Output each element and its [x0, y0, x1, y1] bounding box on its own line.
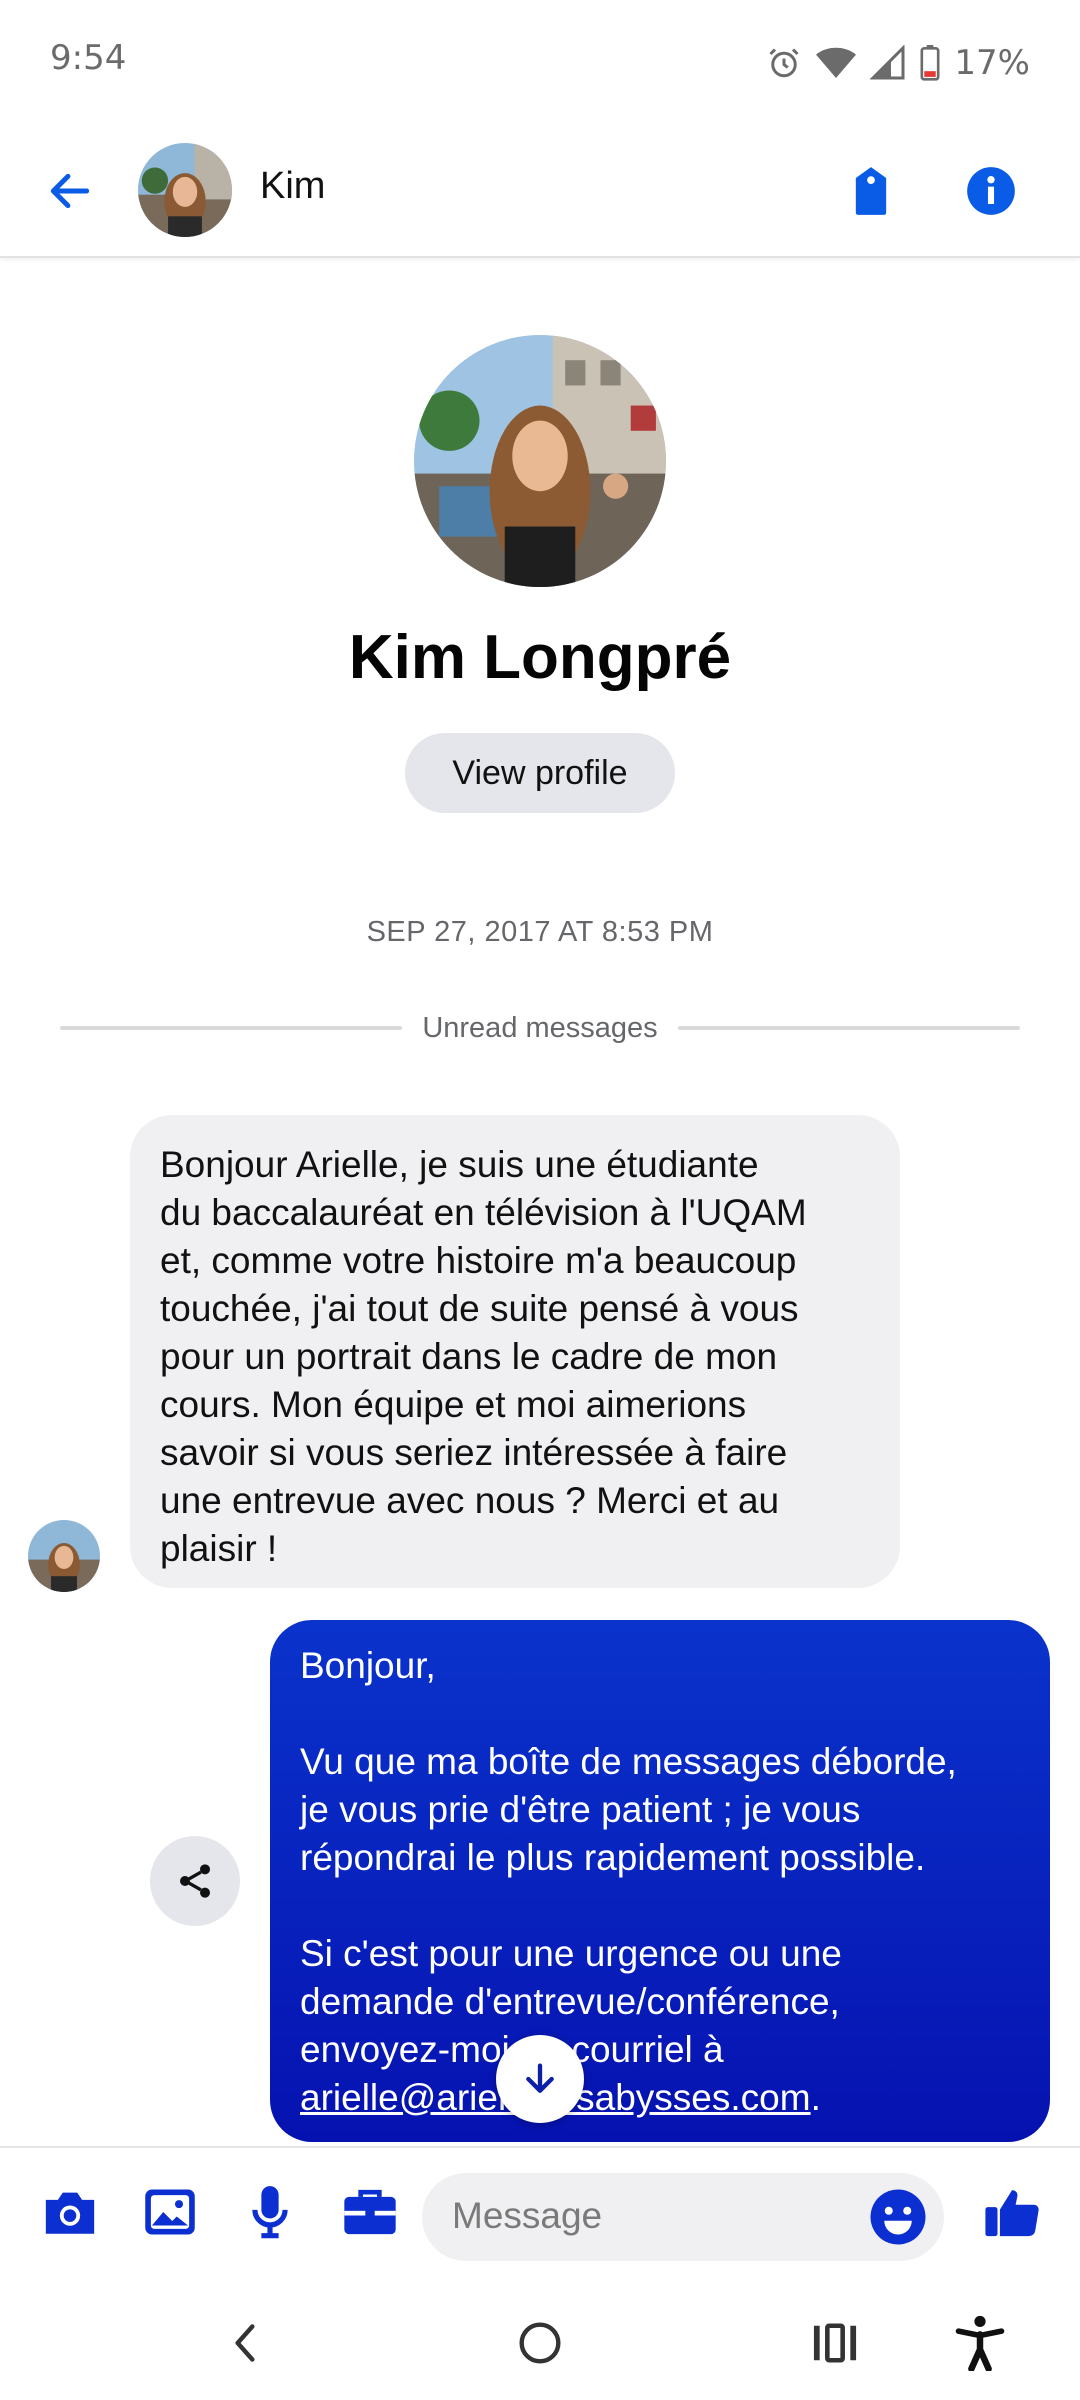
message-line: une entrevue avec nous ? Merci et au: [160, 1480, 780, 1521]
message-line: répondrai le plus rapidement possible.: [300, 1837, 926, 1878]
thumbs-up-icon: [985, 2190, 1039, 2237]
message-line: plaisir !: [160, 1528, 278, 1569]
battery-percent: 17%: [954, 43, 1030, 83]
message-line: Bonjour,: [300, 1645, 436, 1686]
message-line: Vu que ma boîte de messages déborde,: [300, 1741, 957, 1782]
camera-icon: [45, 2192, 95, 2234]
nav-accessibility-button[interactable]: [945, 2308, 1015, 2378]
header-avatar[interactable]: [138, 143, 232, 237]
profile-photo: [414, 335, 666, 587]
microphone-icon: [252, 2186, 288, 2239]
battery-icon: [920, 45, 940, 81]
message-line: demande d'entrevue/conférence,: [300, 1981, 840, 2022]
emoji-button[interactable]: [868, 2187, 928, 2247]
voice-button[interactable]: [238, 2180, 302, 2244]
outgoing-message-bubble[interactable]: Bonjour, Vu que ma boîte de messages déb…: [270, 1620, 1050, 2142]
message-placeholder: Message: [452, 2195, 603, 2236]
gallery-button[interactable]: [138, 2180, 202, 2244]
link-suffix: .: [810, 2077, 821, 2118]
share-button[interactable]: [150, 1836, 240, 1926]
arrow-down-icon: [526, 2063, 554, 2093]
system-navigation-bar: [0, 2286, 1080, 2400]
tag-button[interactable]: [835, 153, 907, 229]
back-button[interactable]: [34, 155, 106, 227]
header-contact-name[interactable]: Kim: [260, 165, 325, 208]
divider-line-right: [677, 1026, 1020, 1030]
message-input[interactable]: Message: [422, 2173, 944, 2261]
info-icon: [967, 167, 1015, 215]
message-line: Si c'est pour une urgence ou une: [300, 1933, 842, 1974]
incoming-sender-avatar[interactable]: [28, 1520, 100, 1592]
status-icons: 17%: [766, 38, 1030, 88]
nav-recents-button[interactable]: [800, 2308, 870, 2378]
message-line: du baccalauréat en télévision à l'UQAM: [160, 1192, 807, 1233]
unread-divider: Unread messages: [60, 1010, 1020, 1046]
incoming-message-bubble[interactable]: Bonjour Arielle, je suis une étudiante d…: [130, 1115, 900, 1588]
briefcase-button[interactable]: [338, 2180, 402, 2244]
divider-line-left: [60, 1026, 403, 1030]
accessibility-icon: [955, 2315, 1005, 2371]
message-line: Bonjour Arielle, je suis une étudiante: [160, 1144, 759, 1185]
wifi-icon: [816, 47, 857, 78]
share-icon: [180, 1864, 210, 1898]
info-button[interactable]: [955, 153, 1027, 229]
recents-nav-icon: [813, 2323, 857, 2363]
tag-icon: [855, 167, 887, 215]
nav-back-button[interactable]: [210, 2308, 280, 2378]
signal-icon: [870, 45, 905, 80]
avatar-photo: [138, 143, 232, 237]
message-composer: Message: [0, 2146, 1080, 2286]
briefcase-icon: [344, 2189, 396, 2235]
conversation-timestamp: SEP 27, 2017 AT 8:53 PM: [366, 916, 714, 948]
message-line: savoir si vous seriez intéressée à faire: [160, 1432, 788, 1473]
message-line: cours. Mon équipe et moi aimerions: [160, 1384, 747, 1425]
message-line: pour un portrait dans le cadre de mon: [160, 1336, 778, 1377]
message-line: je vous prie d'être patient ; je vous: [300, 1789, 861, 1830]
message-link-line: arielle@arielledesabysses.com.: [300, 2074, 1020, 2122]
message-line: et, comme votre histoire m'a beaucoup: [160, 1240, 797, 1281]
back-nav-icon: [235, 2324, 255, 2362]
message-line: envoyez-moi un courriel à: [300, 2029, 724, 2070]
gallery-icon: [145, 2189, 195, 2235]
message-line: touchée, j'ai tout de suite pensé à vous: [160, 1288, 799, 1329]
view-profile-button[interactable]: View profile: [405, 733, 675, 813]
camera-button[interactable]: [38, 2180, 102, 2244]
conversation-header: Kim: [0, 125, 1080, 258]
unread-label: Unread messages: [422, 1011, 658, 1044]
like-button[interactable]: [980, 2180, 1044, 2244]
scroll-to-bottom-button[interactable]: [496, 2035, 584, 2123]
message-line: [300, 1690, 1020, 1738]
status-bar: 9:54 17%: [0, 0, 1080, 125]
profile-avatar[interactable]: [414, 335, 666, 587]
emoji-icon: [870, 2189, 926, 2245]
message-line: [300, 1882, 1020, 1930]
nav-home-button[interactable]: [505, 2308, 575, 2378]
sender-avatar-photo: [28, 1520, 100, 1592]
alarm-icon: [769, 48, 799, 78]
status-time: 9:54: [50, 38, 127, 78]
profile-full-name: Kim Longpré: [348, 623, 732, 692]
home-nav-icon: [519, 2322, 561, 2364]
back-arrow-icon: [50, 173, 90, 209]
